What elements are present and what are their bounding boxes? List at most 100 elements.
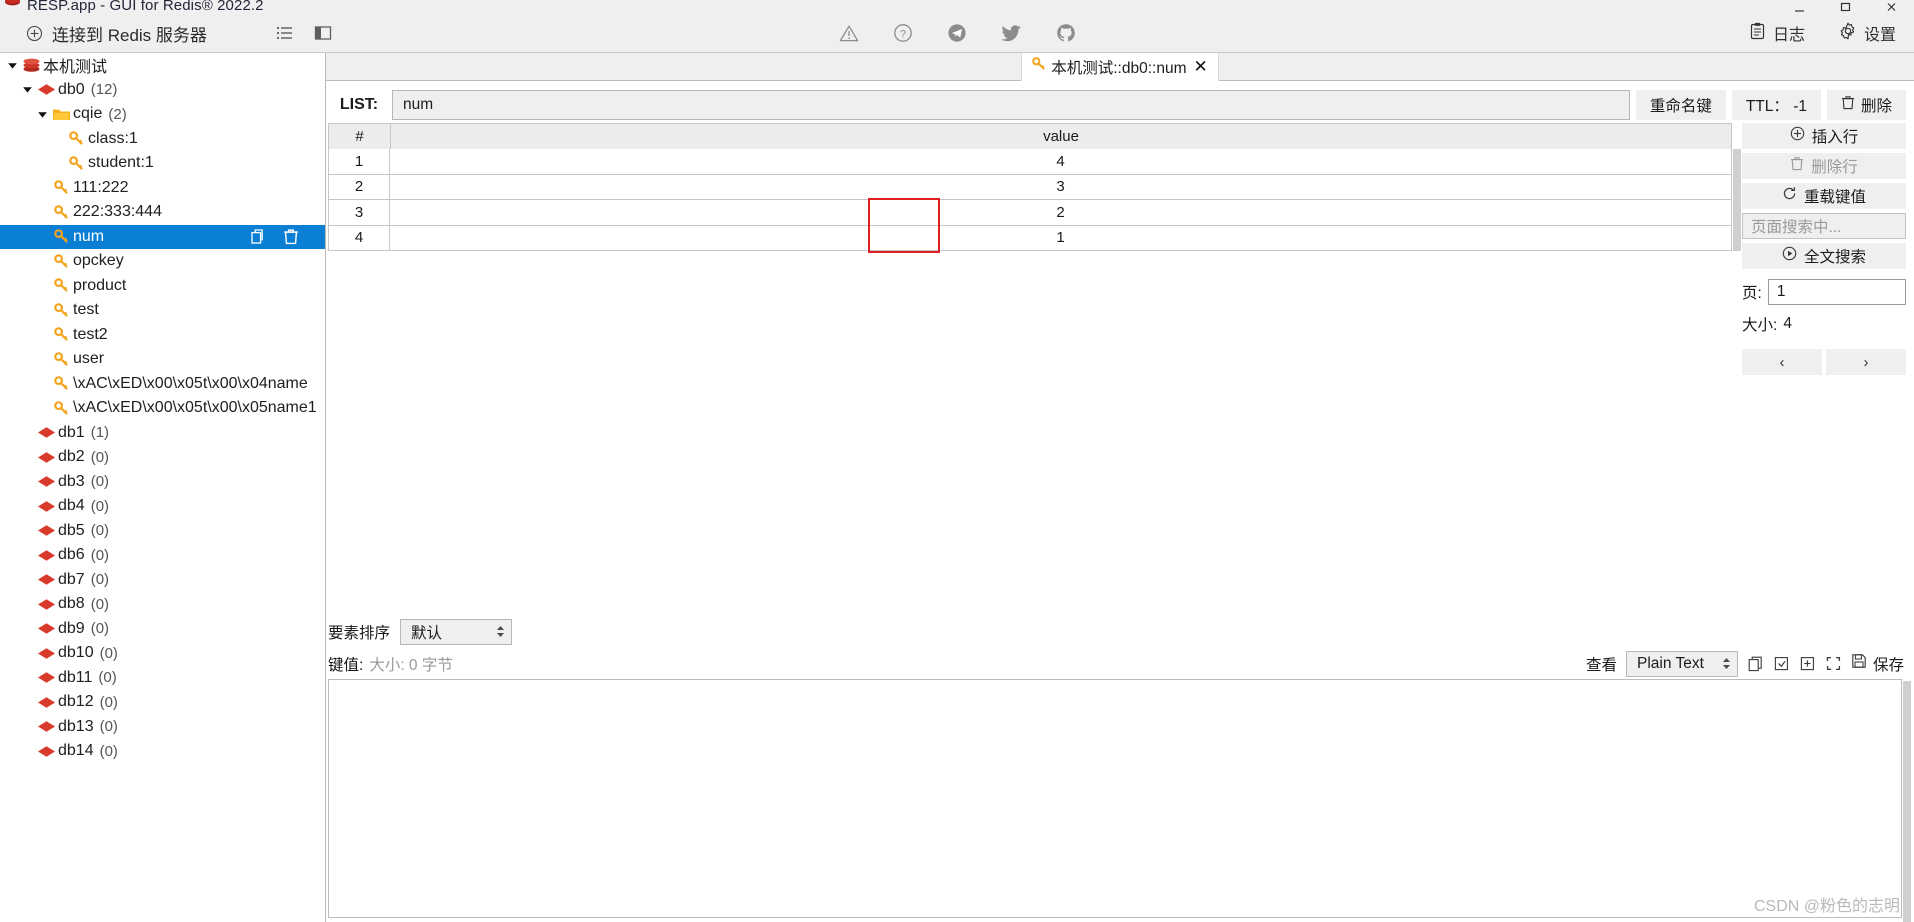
maximize-icon[interactable] [1822,0,1868,14]
insert-row-button[interactable]: 插入行 [1742,123,1906,149]
delete-row-button[interactable]: 删除行 [1742,153,1906,179]
table-row[interactable]: 41 [328,225,1732,251]
tree-item-111-222[interactable]: 111:222 [0,176,325,201]
value-format-select[interactable]: Plain Text [1625,650,1738,677]
page-number-input[interactable]: 1 [1767,279,1906,305]
twisty-expanded-icon[interactable] [4,60,21,71]
tree-item-user[interactable]: user [0,347,325,372]
table-row[interactable]: 14 [328,149,1732,175]
database-icon [36,647,56,660]
split-panel-icon[interactable] [314,25,332,41]
tree-item-db4[interactable]: db4 (0) [0,494,325,519]
tab-close-icon[interactable]: ✕ [1194,58,1208,75]
previous-page-button[interactable]: ‹ [1742,349,1822,375]
tree-item-product[interactable]: product [0,274,325,299]
next-page-button[interactable]: › [1826,349,1906,375]
tree-item-label: db5 [58,521,85,539]
tree-item-db2[interactable]: db2 (0) [0,445,325,470]
log-button[interactable]: 日志 [1749,21,1805,45]
settings-button[interactable]: 设置 [1839,21,1896,45]
table-vertical-scrollbar[interactable] [1732,123,1742,613]
reload-value-button[interactable]: 重载键值 [1742,183,1906,209]
cell-value[interactable]: 2 [390,200,1732,226]
tree-item-test2[interactable]: test2 [0,323,325,348]
key-icon [51,400,71,416]
tree-item-num[interactable]: num [0,224,325,249]
scrollbar-thumb[interactable] [1903,680,1911,922]
tree-item-opckey[interactable]: opckey [0,249,325,274]
cell-value[interactable]: 3 [390,174,1732,200]
sort-order-select[interactable]: 默认 [400,618,513,645]
minimize-icon[interactable] [1776,0,1822,14]
tree-item-cqie[interactable]: cqie (2) [0,102,325,127]
duplicate-icon[interactable] [1799,655,1816,672]
scrollbar-thumb[interactable] [1733,149,1741,251]
tree-item-xac-xed-x00-x05t-x00-x04name[interactable]: \xAC\xED\x00\x05t\x00\x04name [0,372,325,397]
table-row[interactable]: 23 [328,174,1732,200]
tree-item-count: (0) [90,595,110,613]
rename-key-button[interactable]: 重命名键 [1635,90,1726,120]
page-search-input[interactable]: 页面搜索中... [1742,213,1906,239]
key-icon [51,180,71,195]
warning-triangle-icon[interactable] [839,24,859,43]
twitter-icon[interactable] [1000,24,1022,43]
tab-key-num[interactable]: 本机测试::db0::num ✕ [1021,52,1219,81]
table-row[interactable]: 32 [328,200,1732,226]
list-view-icon[interactable] [276,25,294,41]
tree-item-db0[interactable]: db0 (12) [0,78,325,103]
tree-item-label: 111:222 [73,178,129,196]
paste-icon[interactable] [1773,655,1790,672]
tree-item-db11[interactable]: db11 (0) [0,666,325,691]
tree-item-db14[interactable]: db14 (0) [0,739,325,764]
tree-item-db10[interactable]: db10 (0) [0,641,325,666]
copy-key-icon[interactable] [250,228,267,245]
ttl-button[interactable]: TTL： -1 [1731,90,1821,120]
github-icon[interactable] [1056,23,1076,43]
tree-item-label: db9 [58,619,85,637]
tree-item-db1[interactable]: db1 (1) [0,421,325,446]
database-icon [36,451,56,464]
cell-value[interactable]: 4 [390,149,1732,175]
fulltext-search-button[interactable]: 全文搜索 [1742,243,1906,269]
tree-item-db9[interactable]: db9 (0) [0,617,325,642]
tree-item-[interactable]: 本机测试 [0,53,325,78]
tree-item-xac-xed-x00-x05t-x00-x05name1[interactable]: \xAC\xED\x00\x05t\x00\x05name1 [0,396,325,421]
connect-to-redis-button[interactable]: 连接到 Redis 服务器 [26,21,207,46]
tree-item-db12[interactable]: db12 (0) [0,690,325,715]
settings-label: 设置 [1863,27,1896,44]
tree-item-test[interactable]: test [0,298,325,323]
twisty-expanded-icon[interactable] [19,84,36,95]
twisty-expanded-icon[interactable] [34,109,51,120]
tree-item-count: (0) [99,718,118,736]
delete-row-label: 删除行 [1811,159,1858,176]
database-icon [36,598,56,611]
tree-item-db6[interactable]: db6 (0) [0,543,325,568]
tree-item-db13[interactable]: db13 (0) [0,715,325,740]
delete-key-button[interactable]: 删除 [1826,90,1906,120]
tree-item-db8[interactable]: db8 (0) [0,592,325,617]
save-button[interactable]: 保存 [1851,653,1904,675]
tree-item-db3[interactable]: db3 (0) [0,470,325,495]
key-name-input[interactable]: num [392,90,1630,120]
cell-value[interactable]: 1 [390,225,1732,251]
tree-item-db7[interactable]: db7 (0) [0,568,325,593]
fullscreen-icon[interactable] [1825,655,1842,672]
editor-vertical-scrollbar[interactable] [1902,678,1912,922]
help-question-icon[interactable]: ? [893,23,913,43]
chevron-updown-icon [496,625,505,638]
trash-icon[interactable] [283,228,299,245]
close-icon[interactable] [1868,0,1914,14]
table-body[interactable]: 14233241 [328,149,1732,253]
telegram-icon[interactable] [947,23,967,43]
tree-item-student-1[interactable]: student:1 [0,151,325,176]
tree-item-222-333-444[interactable]: 222:333:444 [0,200,325,225]
server-stack-icon [21,57,41,73]
copy-icon[interactable] [1747,655,1764,672]
tree-item-db5[interactable]: db5 (0) [0,519,325,544]
tree-item-count: (0) [90,448,110,466]
key-icon [66,155,86,171]
tree-item-class-1[interactable]: class:1 [0,127,325,152]
toolbar-view-icons [276,25,332,41]
value-editor-textarea[interactable] [328,678,1902,918]
keys-tree-sidebar[interactable]: 本机测试 db0 (12) cqie (2) class:1 student:1 111:22… [0,53,326,922]
